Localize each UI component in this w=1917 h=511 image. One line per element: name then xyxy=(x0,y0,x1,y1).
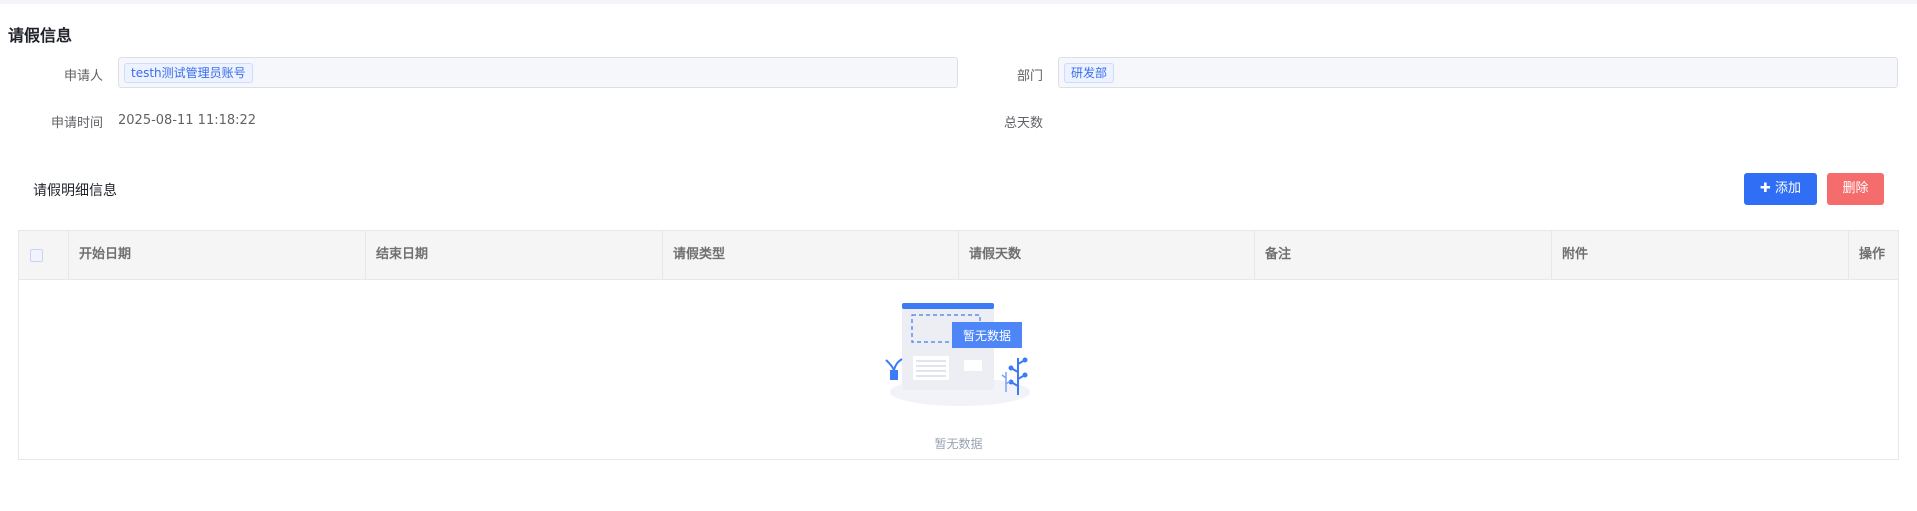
empty-data-illustration: 暂无数据 xyxy=(885,303,1030,406)
plus-icon: ✚ xyxy=(1760,181,1771,196)
applicant-field[interactable]: testh测试管理员账号 xyxy=(118,57,958,88)
empty-data-text: 暂无数据 xyxy=(934,437,983,451)
add-button-label: 添加 xyxy=(1774,181,1801,196)
apply-time-label: 申请时间 xyxy=(50,116,103,131)
column-header-actions: 操作 xyxy=(1848,231,1900,279)
applicant-label: 申请人 xyxy=(63,69,103,84)
apply-time-value: 2025-08-11 11:18:22 xyxy=(118,113,257,128)
column-header-start-date[interactable]: 开始日期 xyxy=(68,231,365,279)
table-header: 开始日期 结束日期 请假类型 请假天数 备注 附件 操作 xyxy=(19,231,1898,280)
department-label: 部门 xyxy=(1016,69,1043,84)
department-field[interactable]: 研发部 xyxy=(1058,57,1898,88)
column-header-leave-days[interactable]: 请假天数 xyxy=(958,231,1254,279)
column-header-remark[interactable]: 备注 xyxy=(1254,231,1551,279)
illustration-caption: 暂无数据 xyxy=(963,328,1011,343)
select-all-cell xyxy=(19,231,68,279)
column-header-end-date[interactable]: 结束日期 xyxy=(365,231,662,279)
add-button[interactable]: ✚ 添加 xyxy=(1744,173,1817,205)
column-header-attachment[interactable]: 附件 xyxy=(1551,231,1848,279)
delete-button-label: 删除 xyxy=(1842,181,1869,196)
applicant-tag: testh测试管理员账号 xyxy=(124,63,253,83)
section-title: 请假信息 xyxy=(8,26,73,45)
select-all-checkbox[interactable] xyxy=(30,249,43,262)
total-days-label: 总天数 xyxy=(1003,116,1043,131)
column-header-leave-type[interactable]: 请假类型 xyxy=(662,231,958,279)
detail-title: 请假明细信息 xyxy=(33,183,117,199)
department-tag: 研发部 xyxy=(1064,63,1115,83)
top-divider xyxy=(0,0,1917,4)
delete-button[interactable]: 删除 xyxy=(1827,173,1884,205)
